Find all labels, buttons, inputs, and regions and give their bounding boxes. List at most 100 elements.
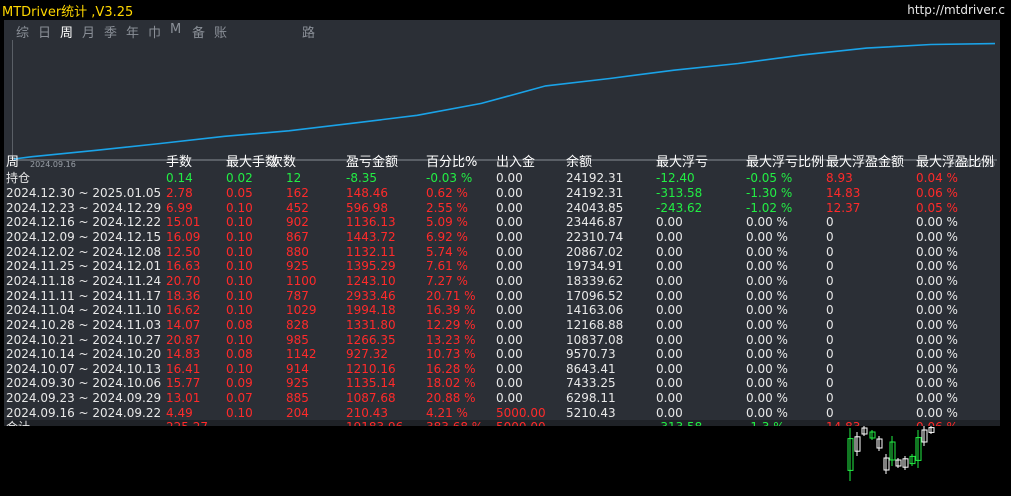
table-cell: 0.00 % bbox=[916, 361, 958, 376]
tab-0[interactable]: 综 bbox=[16, 22, 29, 41]
holding-row: 持仓 0.14 0.02 12 -8.35 -0.03 % 0.00 24192.31 -12.… bbox=[4, 171, 1000, 186]
table-row: 2024.11.11 ~ 2024.11.17 18.36 0.10 787 2933.… bbox=[4, 289, 1000, 304]
tab-6[interactable]: 巾 bbox=[148, 22, 161, 41]
table-cell: 13.23 % bbox=[426, 332, 476, 347]
table-cell: 7433.25 bbox=[566, 376, 616, 391]
table-cell: 最大浮盈金额 bbox=[826, 155, 905, 170]
table-cell: 0.10 bbox=[226, 405, 253, 420]
table-row: 2024.10.07 ~ 2024.10.13 16.41 0.10 914 1210.… bbox=[4, 362, 1000, 377]
table-cell: 0 bbox=[826, 303, 834, 318]
table-cell: 0 bbox=[826, 391, 834, 406]
table-cell: 925 bbox=[286, 259, 309, 274]
table-cell: -1.02 % bbox=[746, 200, 793, 215]
table-cell: 0.00 bbox=[496, 288, 523, 303]
table-cell: 18.02 % bbox=[426, 376, 476, 391]
tab-2[interactable]: 周 bbox=[60, 22, 73, 41]
table-cell: 0.00 % bbox=[916, 288, 958, 303]
tab-8[interactable]: 备 bbox=[192, 22, 205, 41]
table-cell: 0.14 bbox=[166, 171, 193, 185]
table-cell: -313.58 bbox=[656, 186, 703, 200]
table-cell: 20.88 % bbox=[426, 391, 476, 406]
tab-3[interactable]: 月 bbox=[82, 22, 95, 41]
table-cell: 0.00 % bbox=[746, 391, 788, 406]
table-cell: 2.55 % bbox=[426, 200, 468, 215]
table-cell: 2024.11.11 ~ 2024.11.17 bbox=[6, 288, 162, 303]
table-cell: 1210.16 bbox=[346, 361, 396, 376]
table-cell: 0.10 bbox=[226, 332, 253, 347]
table-cell: 0.00 bbox=[496, 361, 523, 376]
table-cell: 596.98 bbox=[346, 200, 388, 215]
table-cell: 927.32 bbox=[346, 347, 388, 362]
table-cell: 0.00 bbox=[496, 229, 523, 244]
table-cell: 0 bbox=[826, 273, 834, 288]
table-cell: 828 bbox=[286, 317, 309, 332]
equity-line bbox=[13, 42, 996, 160]
tab-7[interactable]: M bbox=[170, 22, 181, 37]
table-cell: 20867.02 bbox=[566, 244, 624, 259]
table-cell: 0.00 % bbox=[916, 391, 958, 406]
table-cell: 2933.46 bbox=[346, 288, 396, 303]
table-cell: 0.08 bbox=[226, 347, 253, 362]
table-cell: 0.00 bbox=[656, 332, 683, 347]
table-row: 2024.10.21 ~ 2024.10.27 20.87 0.10 985 1266.… bbox=[4, 333, 1000, 348]
table-cell: 16.28 % bbox=[426, 361, 476, 376]
table-cell: 0.00 bbox=[496, 332, 523, 347]
table-cell: 0.00 bbox=[496, 317, 523, 332]
table-cell: 0.00 % bbox=[746, 288, 788, 303]
table-cell: 24043.85 bbox=[566, 200, 624, 215]
table-cell: 1331.80 bbox=[346, 317, 396, 332]
table-cell: 148.46 bbox=[346, 186, 388, 200]
table-row: 2024.11.04 ~ 2024.11.10 16.62 0.10 1029 1994… bbox=[4, 303, 1000, 318]
table-cell: 4.49 bbox=[166, 405, 193, 420]
table-cell: 12168.88 bbox=[566, 317, 624, 332]
table-cell: 2024.12.23 ~ 2024.12.29 bbox=[6, 200, 162, 215]
table-cell: 0.10 bbox=[226, 229, 253, 244]
table-cell: 880 bbox=[286, 244, 309, 259]
table-cell: 0.10 bbox=[226, 215, 253, 230]
table-cell: 14163.06 bbox=[566, 303, 624, 318]
table-cell: 手数 bbox=[166, 155, 193, 170]
equity-chart: 2024.09.16 2024.12.30 bbox=[12, 40, 997, 168]
table-row: 2024.12.30 ~ 2025.01.05 2.78 0.05 162 148.46… bbox=[4, 186, 1000, 201]
table-cell: 次数 bbox=[270, 155, 297, 170]
table-cell: 0.00 bbox=[496, 244, 523, 259]
table-cell: 0.00 % bbox=[746, 405, 788, 420]
table-cell: 6298.11 bbox=[566, 391, 616, 406]
site-url[interactable]: http://mtdriver.c bbox=[907, 3, 1005, 17]
table-cell: 0.00 bbox=[496, 186, 523, 200]
table-cell: 0.00 bbox=[656, 215, 683, 230]
table-cell: 0.00 % bbox=[746, 229, 788, 244]
table-cell: 902 bbox=[286, 215, 309, 230]
tab-5[interactable]: 年 bbox=[126, 22, 139, 41]
table-cell: 6.92 % bbox=[426, 229, 468, 244]
table-cell: 0.00 % bbox=[746, 244, 788, 259]
table-cell: 0.08 bbox=[226, 317, 253, 332]
table-cell: 0.04 % bbox=[916, 171, 958, 185]
table-cell: 0.00 % bbox=[916, 332, 958, 347]
table-cell: 1135.14 bbox=[346, 376, 396, 391]
table-cell: 14.83 bbox=[166, 347, 201, 362]
table-cell: 0.00 % bbox=[916, 229, 958, 244]
table-cell: 0.10 bbox=[226, 361, 253, 376]
table-cell: 1142 bbox=[286, 347, 317, 362]
table-cell: 16.62 bbox=[166, 303, 201, 318]
table-row: 2024.09.16 ~ 2024.09.22 4.49 0.10 204 210.43… bbox=[4, 406, 1000, 421]
table-cell: 2024.09.30 ~ 2024.10.06 bbox=[6, 376, 162, 391]
table-cell: 余额 bbox=[566, 155, 593, 170]
table-cell: 0 bbox=[826, 244, 834, 259]
table-cell: 0.00 bbox=[656, 273, 683, 288]
table-cell: 持仓 bbox=[6, 171, 31, 185]
tab-4[interactable]: 季 bbox=[104, 22, 117, 41]
table-row: 2024.12.23 ~ 2024.12.29 6.99 0.10 452 596.98… bbox=[4, 201, 1000, 216]
app-title: MTDriver统计 ,V3.25 bbox=[2, 5, 134, 20]
table-cell: 17096.52 bbox=[566, 288, 624, 303]
table-cell: 0.00 bbox=[496, 347, 523, 362]
table-cell: 0.00 bbox=[656, 303, 683, 318]
table-cell: 0.10 bbox=[226, 244, 253, 259]
table-row: 2024.09.30 ~ 2024.10.06 15.77 0.09 925 1135.… bbox=[4, 376, 1000, 391]
table-cell: 1266.35 bbox=[346, 332, 396, 347]
tab-1[interactable]: 日 bbox=[38, 22, 51, 41]
table-cell: 18339.62 bbox=[566, 273, 624, 288]
table-cell: 0.02 bbox=[226, 171, 253, 185]
table-cell: 0 bbox=[826, 317, 834, 332]
